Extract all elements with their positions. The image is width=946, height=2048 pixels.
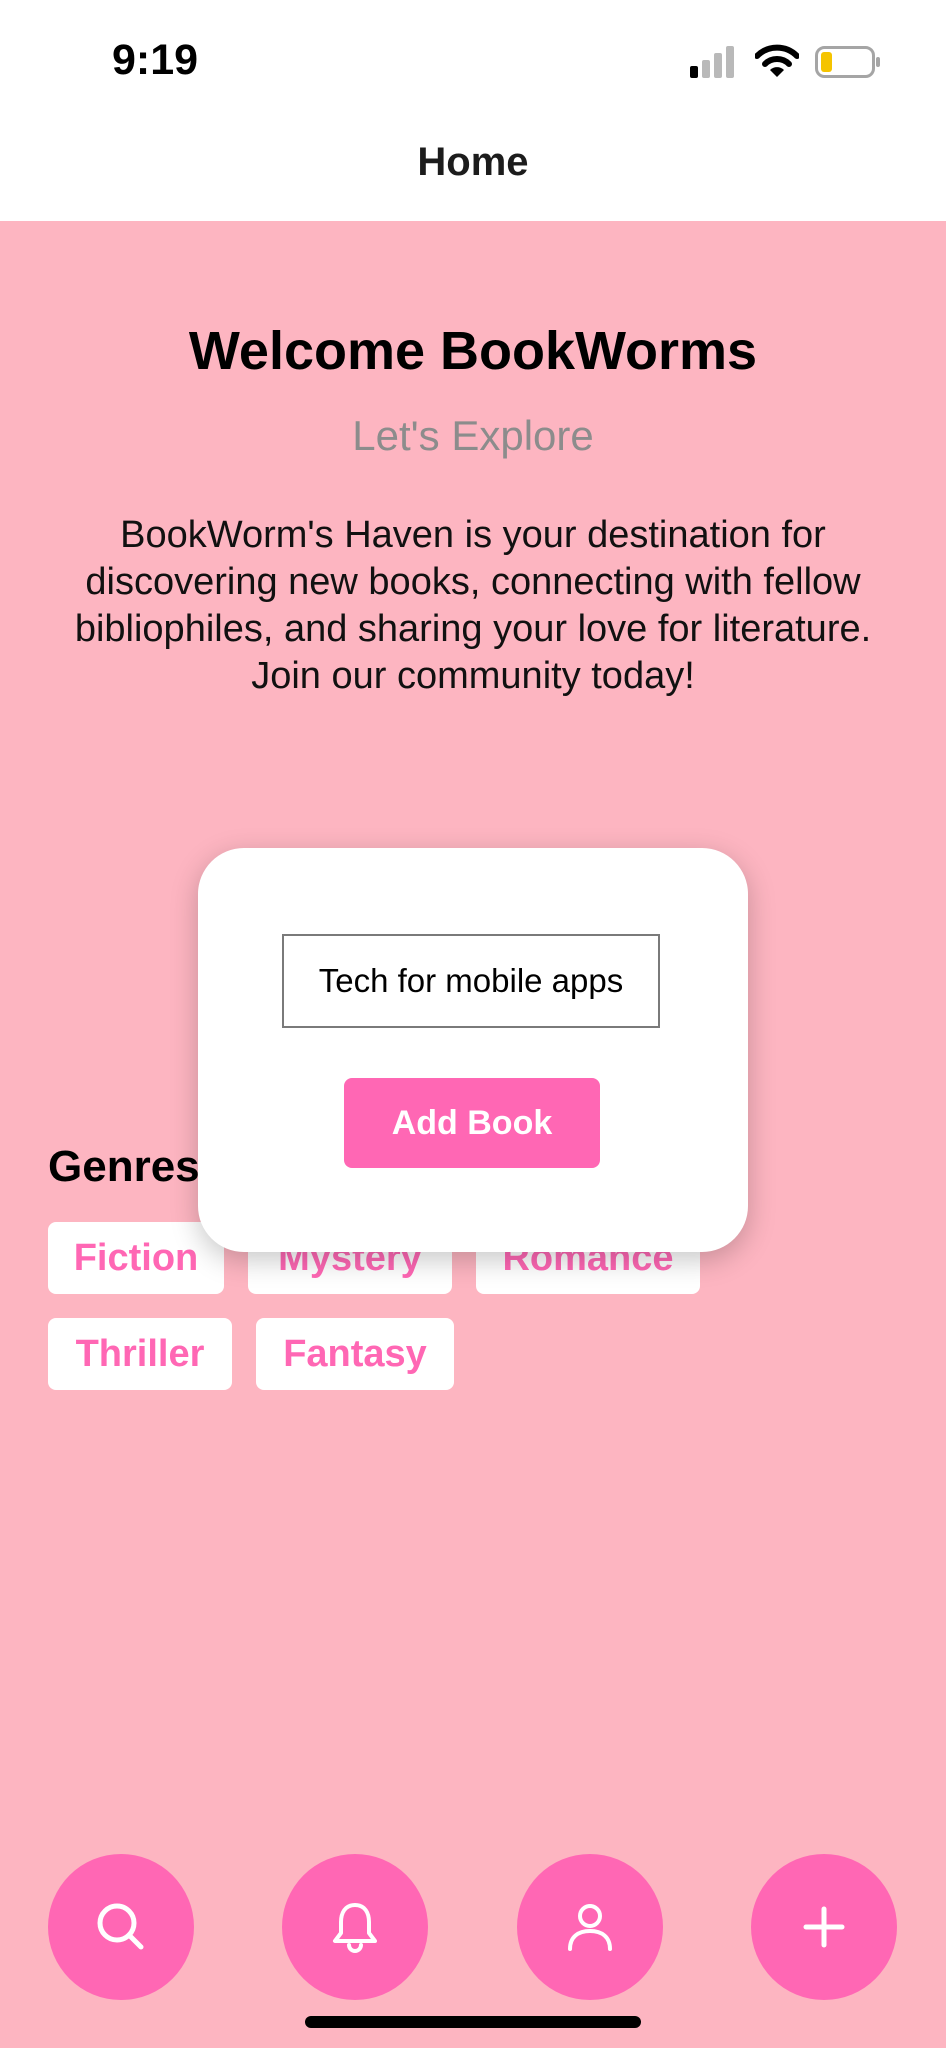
add-button[interactable] [751, 1854, 897, 2000]
genre-chip-thriller[interactable]: Thriller [48, 1318, 232, 1390]
add-book-modal: Add Book [198, 848, 748, 1252]
battery-icon [815, 46, 880, 78]
plus-icon [803, 1906, 845, 1948]
status-time: 9:19 [112, 36, 199, 84]
genre-chip-fiction[interactable]: Fiction [48, 1222, 224, 1294]
notifications-button[interactable] [282, 1854, 428, 2000]
welcome-heading: Welcome BookWorms [188, 321, 758, 381]
search-icon [97, 1903, 144, 1950]
page-title: Home [417, 140, 529, 184]
welcome-subtitle: Let's Explore [352, 412, 594, 459]
home-indicator[interactable] [305, 2016, 641, 2028]
book-title-input[interactable] [282, 934, 660, 1028]
profile-button[interactable] [517, 1854, 663, 2000]
cellular-signal-icon [690, 46, 734, 78]
person-icon [568, 1904, 612, 1951]
search-button[interactable] [48, 1854, 194, 2000]
welcome-description: BookWorm's Haven is your destination for… [74, 514, 872, 697]
genre-chip-fantasy[interactable]: Fantasy [256, 1318, 454, 1390]
status-bar: 9:19 [0, 0, 946, 120]
wifi-icon [755, 44, 799, 77]
genres-heading: Genres [48, 1142, 200, 1191]
bell-icon [333, 1903, 377, 1953]
add-book-button[interactable]: Add Book [344, 1078, 600, 1168]
